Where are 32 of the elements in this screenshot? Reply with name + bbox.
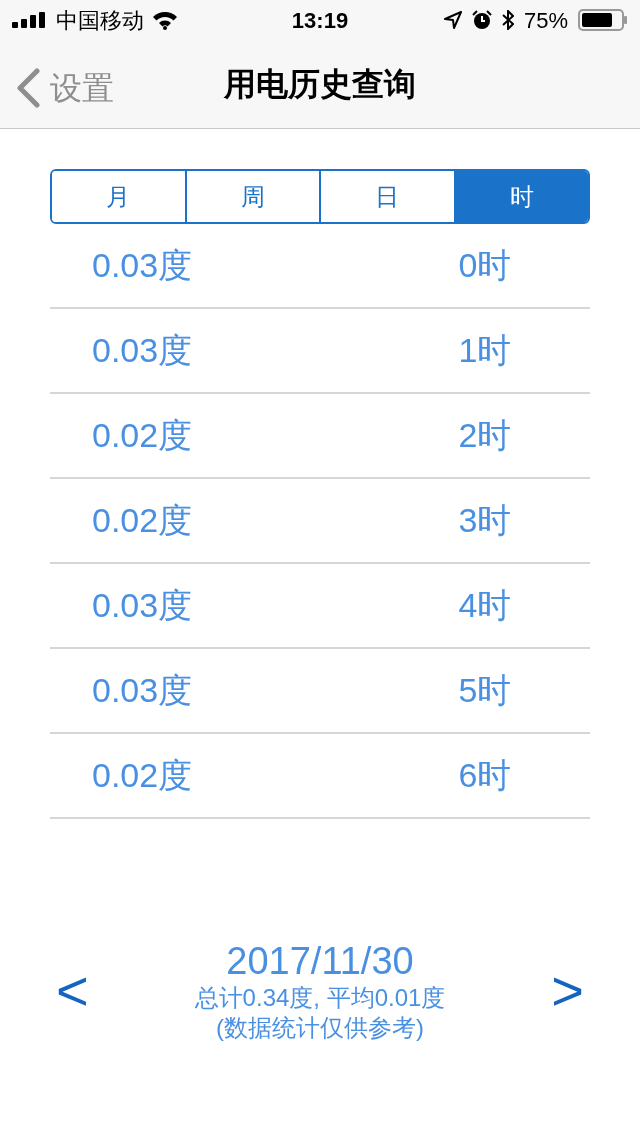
clock-time: 13:19 bbox=[291, 6, 349, 35]
usage-value: 0.03度 bbox=[92, 585, 194, 626]
page-title: 用电历史查询 bbox=[224, 65, 416, 104]
usage-value: 0.02度 bbox=[92, 500, 194, 541]
chevron-left-icon bbox=[16, 68, 40, 108]
usage-value: 0.03度 bbox=[92, 670, 194, 711]
usage-value: 0.02度 bbox=[92, 415, 194, 456]
next-day-button[interactable]: > bbox=[551, 963, 584, 1019]
battery-icon bbox=[578, 9, 628, 31]
hour-label: 5时 bbox=[457, 670, 513, 711]
carrier-name: 中国移动 bbox=[56, 6, 144, 35]
back-button[interactable]: 设置 bbox=[16, 64, 114, 112]
usage-value: 0.02度 bbox=[92, 755, 194, 796]
battery-percent: 75% bbox=[523, 6, 568, 35]
previous-day-button[interactable]: < bbox=[56, 963, 89, 1019]
usage-value: 0.03度 bbox=[92, 245, 194, 286]
segment-tab[interactable]: 时 bbox=[453, 171, 588, 222]
hour-label: 1时 bbox=[457, 330, 513, 371]
usage-value: 0.03度 bbox=[92, 330, 194, 371]
date-label: 2017/11/30 bbox=[226, 939, 414, 983]
bluetooth-icon bbox=[501, 10, 514, 30]
alarm-icon bbox=[471, 10, 492, 30]
hour-label: 2时 bbox=[457, 415, 513, 456]
location-arrow-icon bbox=[443, 11, 462, 29]
hour-label: 0时 bbox=[457, 245, 513, 286]
hour-label: 6时 bbox=[457, 755, 513, 796]
hour-label: 3时 bbox=[457, 500, 513, 541]
signal-icon bbox=[12, 12, 48, 28]
summary-text: 总计0.34度, 平均0.01度 bbox=[194, 983, 446, 1013]
wifi-icon bbox=[152, 10, 178, 30]
hour-label: 4时 bbox=[457, 585, 513, 626]
note-text: (数据统计仅供参考) bbox=[216, 1013, 424, 1043]
